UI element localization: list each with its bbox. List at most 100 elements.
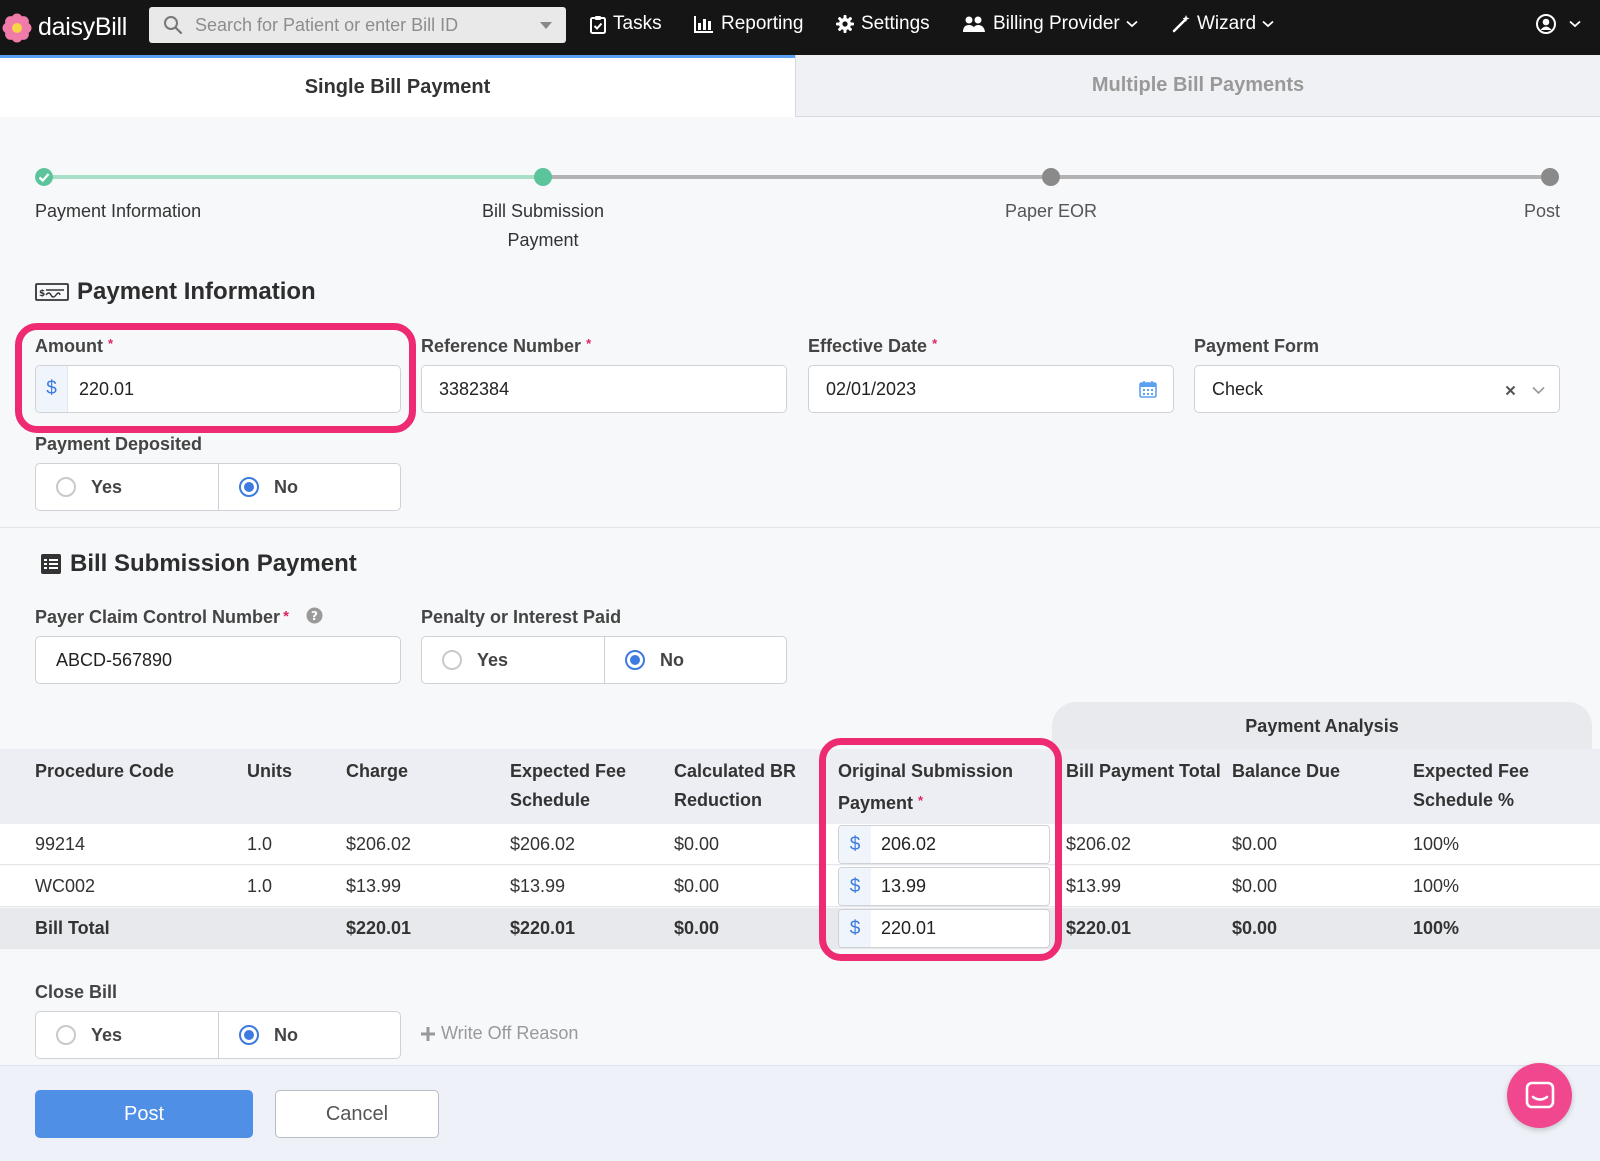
nav-billing-provider[interactable]: Billing Provider [962, 0, 1138, 48]
col-header-text: Payment [838, 793, 914, 813]
step-pending-dot [1541, 168, 1559, 186]
top-navbar: daisyBill Tasks Reporting [0, 0, 1600, 55]
col-expected-fee-schedule-percent: Expected Fee Schedule % [1413, 757, 1529, 815]
penalty-interest-label: Penalty or Interest Paid [421, 607, 622, 627]
chevron-down-icon[interactable] [1532, 386, 1545, 395]
cell-charge: $206.02 [346, 834, 412, 854]
search-box[interactable] [149, 7, 566, 43]
reference-number-label: Reference Number * [421, 336, 591, 357]
penalty-yes[interactable]: Yes [422, 637, 604, 683]
payment-deposited-no[interactable]: No [218, 464, 400, 510]
radio-checked[interactable] [239, 1025, 259, 1045]
user-menu[interactable] [1536, 0, 1581, 48]
nav-tasks[interactable]: Tasks [590, 0, 662, 48]
osp-value: 13.99 [881, 876, 927, 896]
radio-checked[interactable] [239, 477, 259, 497]
cancel-button[interactable]: Cancel [275, 1090, 439, 1138]
original-submission-payment-input[interactable]: $206.02 [838, 825, 1050, 864]
col-calculated-br-reduction: Calculated BR Reduction [674, 757, 796, 815]
original-submission-payment-total-input[interactable]: $220.01 [838, 909, 1050, 948]
required-asterisk: * [107, 336, 114, 351]
col-bill-payment-total: Bill Payment Total [1066, 761, 1221, 781]
nav-settings[interactable]: Settings [836, 0, 930, 48]
currency-prefix: $ [36, 366, 68, 412]
step-label-payment-information: Payment Information [35, 201, 202, 221]
radio-checked[interactable] [625, 650, 645, 670]
reference-number-input[interactable]: 3382384 [421, 365, 787, 413]
table-header: Procedure Code Units Charge Expected Fee… [0, 749, 1600, 824]
col-header-line: Calculated BR [674, 761, 797, 781]
cell-expected-fee-schedule: $13.99 [510, 876, 566, 896]
nav-wizard[interactable]: Wizard [1172, 0, 1274, 48]
post-button[interactable]: Post [35, 1090, 253, 1138]
close-bill-yes[interactable]: Yes [36, 1012, 218, 1058]
users-icon [963, 16, 985, 32]
cell-bill-payment-total: $206.02 [1066, 834, 1132, 854]
chevron-down-icon [1262, 20, 1274, 28]
effective-date-value: 02/01/2023 [826, 378, 917, 399]
payment-deposited-label: Payment Deposited [35, 434, 203, 454]
radio-unchecked[interactable] [56, 477, 76, 497]
currency-prefix: $ [839, 826, 871, 863]
amount-input[interactable]: $ 220.01 [35, 365, 401, 413]
tab-single-bill-payment[interactable]: Single Bill Payment [0, 55, 795, 117]
table-row: WC002 1.0 $13.99 $13.99 $0.00 $13.99 $13… [0, 866, 1600, 907]
section-divider [0, 527, 1600, 528]
required-asterisk: * [586, 336, 592, 351]
cell-procedure-code: WC002 [35, 876, 96, 896]
tab-multiple-bill-payments[interactable]: Multiple Bill Payments [795, 55, 1600, 117]
progress-stepper: Payment Information Bill Submission Paym… [0, 117, 1600, 257]
penalty-no[interactable]: No [604, 637, 786, 683]
effective-date-label-text: Effective Date [808, 336, 928, 356]
chat-launcher-button[interactable] [1507, 1063, 1572, 1128]
cell-calculated-br-reduction: $0.00 [674, 918, 720, 938]
step-label-bill-submission: Bill Submission Payment [443, 197, 643, 255]
svg-text:$: $ [39, 289, 45, 299]
search-input[interactable] [195, 14, 515, 36]
required-asterisk: * [932, 336, 938, 351]
payment-form-select[interactable]: Check [1194, 365, 1560, 413]
payer-claim-control-number-label: Payer Claim Control Number * ? [35, 607, 323, 628]
col-header-line: Expected Fee [1413, 761, 1530, 781]
nav-tasks-label: Tasks [613, 13, 662, 34]
calendar-icon[interactable] [1139, 380, 1157, 398]
help-question-icon[interactable]: ? [306, 607, 323, 624]
cell-charge: $13.99 [346, 876, 402, 896]
payer-claim-control-number-input[interactable]: ABCD-567890 [35, 636, 401, 684]
clear-selection-icon[interactable] [1505, 385, 1516, 396]
payment-form-label: Payment Form [1194, 336, 1320, 356]
col-units: Units [247, 761, 292, 781]
magic-wand-icon [1172, 15, 1190, 33]
write-off-reason-link[interactable]: Write Off Reason [421, 1023, 578, 1044]
check-payment-icon: $ [35, 283, 69, 301]
effective-date-input[interactable]: 02/01/2023 [808, 365, 1174, 413]
close-bill-label: Close Bill [35, 982, 118, 1002]
radio-unchecked[interactable] [442, 650, 462, 670]
osp-value: 206.02 [881, 834, 937, 854]
col-header-line: Schedule [510, 790, 591, 810]
step-current-dot [534, 168, 552, 186]
payment-deposited-yes[interactable]: Yes [36, 464, 218, 510]
gear-icon [836, 15, 854, 33]
close-bill-radio-group: Yes No [35, 1011, 401, 1059]
cell-balance-due: $0.00 [1232, 834, 1278, 854]
nav-reporting[interactable]: Reporting [694, 0, 803, 48]
search-dropdown-caret-icon[interactable] [540, 22, 552, 29]
spreadsheet-icon [41, 554, 61, 574]
col-charge: Charge [346, 761, 409, 781]
table-total-row: Bill Total $220.01 $220.01 $0.00 $220.01… [0, 908, 1600, 949]
close-bill-no[interactable]: No [218, 1012, 400, 1058]
nav-wizard-label: Wizard [1197, 13, 1257, 34]
cell-charge: $220.01 [346, 918, 412, 938]
app-logo[interactable]: daisyBill [0, 0, 127, 55]
payment-information-title-text: Payment Information [77, 278, 316, 305]
radio-unchecked[interactable] [56, 1025, 76, 1045]
cell-bill-total-label: Bill Total [35, 918, 110, 938]
radio-label-no: No [660, 649, 684, 670]
pccn-value: ABCD-567890 [56, 649, 173, 670]
logo-text: daisyBill [38, 13, 127, 41]
nav-reporting-label: Reporting [721, 13, 804, 34]
step-label-line-1: Bill Submission [481, 201, 605, 221]
original-submission-payment-input[interactable]: $13.99 [838, 867, 1050, 906]
step-pending-dot [1042, 168, 1060, 186]
